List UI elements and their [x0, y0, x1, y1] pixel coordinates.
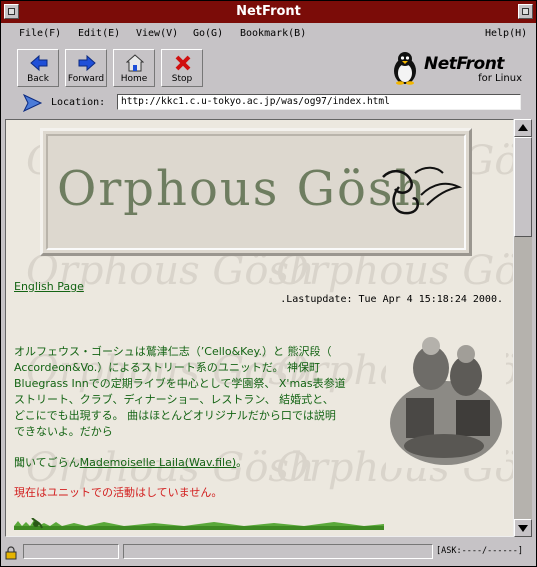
- stop-button[interactable]: Stop: [161, 49, 203, 87]
- back-arrow-icon: [30, 54, 48, 72]
- stop-label: Stop: [171, 74, 193, 84]
- maximize-button[interactable]: [518, 4, 533, 19]
- last-update-text: .Lastupdate: Tue Apr 4 15:18:24 2000.: [280, 294, 503, 305]
- grass-divider-image: [14, 518, 384, 530]
- intro-line: Bluegrass Innでの定期ライブを中心として学園祭、 X'mas表参道: [14, 377, 346, 390]
- vertical-scrollbar[interactable]: [514, 119, 532, 537]
- home-label: Home: [120, 74, 148, 84]
- netfront-logo: NetFront for Linux: [390, 49, 530, 89]
- menu-bar: File(F) Edit(E) View(V) Go(G) Bookmark(B…: [3, 24, 534, 44]
- forward-button[interactable]: Forward: [65, 49, 107, 87]
- url-field[interactable]: http://kkc1.c.u-tokyo.ac.jp/was/og97/ind…: [117, 94, 521, 110]
- scroll-down-button[interactable]: [514, 519, 532, 537]
- home-icon: [126, 54, 144, 72]
- menu-help[interactable]: Help(H): [485, 28, 527, 39]
- listen-line: 聞いてごらんMademoiselle Laila(Wav.file)。: [14, 454, 247, 470]
- scroll-up-arrow-icon: [518, 124, 528, 131]
- status-text: [ASK:----/------]: [436, 546, 523, 556]
- listen-suffix: 。: [236, 456, 248, 469]
- banner-logo-text: Orphous Gösh: [57, 161, 428, 217]
- maximize-icon: [522, 8, 529, 15]
- status-message-field: [123, 544, 433, 559]
- back-label: Back: [27, 74, 49, 84]
- forward-label: Forward: [67, 74, 105, 84]
- window-title: NetFront: [236, 4, 301, 19]
- page-content: Orphous Gösh Orphous Gösh Orphous Gösh O…: [5, 119, 514, 537]
- location-label: Location:: [51, 97, 106, 108]
- band-photo-image: [386, 328, 506, 468]
- stop-icon: [175, 55, 191, 71]
- brand-tagline: for Linux: [478, 73, 522, 84]
- forward-arrow-icon: [78, 54, 96, 72]
- lock-icon: [5, 546, 17, 560]
- intro-line: できないよ。だから: [14, 425, 113, 438]
- toolbar: Back Forward Home Stop NetFront for Linu…: [3, 45, 534, 90]
- english-page-link[interactable]: English Page: [14, 280, 84, 293]
- scroll-thumb[interactable]: [514, 137, 532, 237]
- intro-line: ストリート、クラブ、ディナーショー、レストラン、 結婚式と、: [14, 393, 334, 406]
- listen-prefix: 聞いてごらん: [14, 456, 80, 469]
- status-bar: [ASK:----/------]: [1, 541, 536, 566]
- menu-go[interactable]: Go(G): [193, 28, 223, 39]
- title-bar: NetFront: [1, 1, 536, 23]
- menu-view[interactable]: View(V): [136, 28, 178, 39]
- location-bar: Location: http://kkc1.c.u-tokyo.ac.jp/wa…: [3, 92, 534, 114]
- intro-line: オルフェウス・ゴーシュは鷲津仁志（’Cello&Key.）と 熊沢段（: [14, 345, 332, 358]
- menu-file[interactable]: File(F): [19, 28, 61, 39]
- winged-logo-icon: [382, 166, 463, 215]
- mademoiselle-laila-link[interactable]: Mademoiselle Laila(Wav.file): [80, 456, 236, 469]
- penguin-icon: [394, 52, 416, 85]
- home-button[interactable]: Home: [113, 49, 155, 87]
- location-arrow-icon[interactable]: [21, 94, 43, 112]
- intro-paragraph: オルフェウス・ゴーシュは鷲津仁志（’Cello&Key.）と 熊沢段（ Acco…: [14, 344, 394, 440]
- inactive-notice: 現在はユニットでの活動はしていません。: [14, 486, 223, 499]
- banner: Orphous Gösh: [40, 128, 472, 256]
- scroll-up-button[interactable]: [514, 119, 532, 137]
- back-button[interactable]: Back: [17, 49, 59, 87]
- menu-bookmark[interactable]: Bookmark(B): [240, 28, 306, 39]
- menu-edit[interactable]: Edit(E): [78, 28, 120, 39]
- progress-field: [23, 544, 119, 559]
- scroll-down-arrow-icon: [518, 525, 528, 532]
- intro-line: Accordeon&Vo.）によるストリート系のユニットだ。 神保町: [14, 361, 321, 374]
- intro-line: どこにでも出現する。 曲はほとんどオリジナルだから口では説明: [14, 409, 336, 422]
- browser-window: NetFront File(F) Edit(E) View(V) Go(G) B…: [0, 0, 537, 567]
- brand-name: NetFront: [424, 54, 504, 74]
